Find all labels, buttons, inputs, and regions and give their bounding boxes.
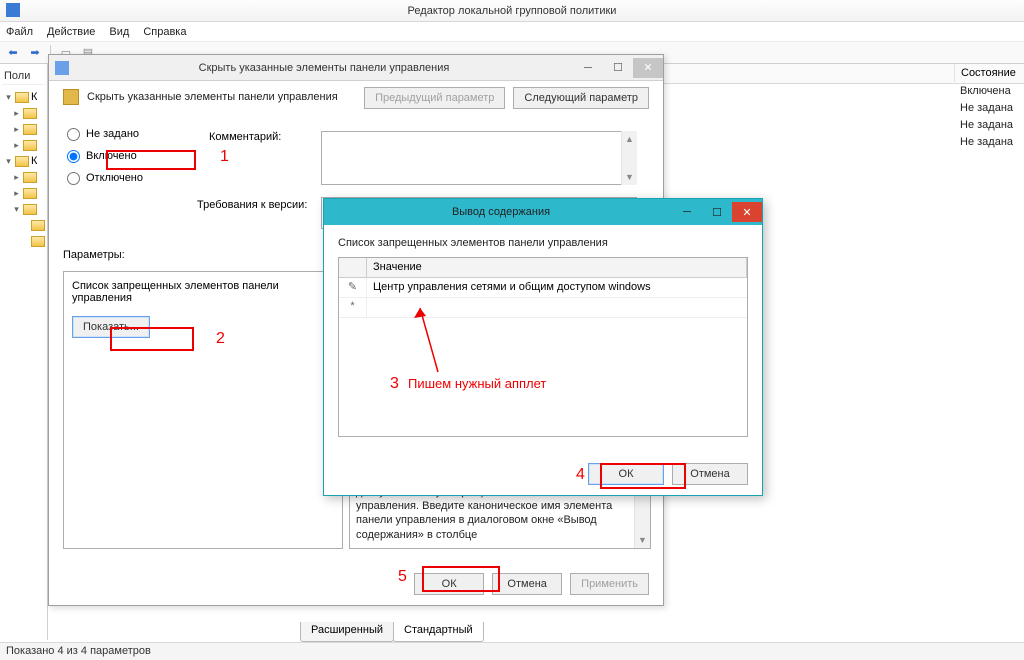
value-cell[interactable]: Центр управления сетями и общим доступом… xyxy=(367,278,747,297)
ok-button[interactable]: ОК xyxy=(414,573,484,595)
statusbar: Показано 4 из 4 параметров xyxy=(0,642,1024,660)
close-button[interactable]: ✕ xyxy=(633,58,663,78)
comment-textarea[interactable] xyxy=(321,131,637,185)
state-cell[interactable]: Не задана xyxy=(954,101,1024,118)
radio-label: Включено xyxy=(86,150,137,162)
tree-node[interactable]: ▾ xyxy=(12,201,45,217)
col-state-header[interactable]: Состояние xyxy=(954,64,1024,82)
tree-node[interactable]: ▾К xyxy=(4,89,45,105)
tree-node[interactable]: ▾К xyxy=(4,153,45,169)
state-cell[interactable]: Не задана xyxy=(954,135,1024,152)
grid-header: Значение xyxy=(339,258,747,278)
state-cell[interactable]: Не задана xyxy=(954,118,1024,135)
tab-standard[interactable]: Стандартный xyxy=(393,622,484,642)
radio-label: Отключено xyxy=(86,172,143,184)
tree-node[interactable] xyxy=(20,233,45,249)
params-label: Параметры: xyxy=(63,249,125,261)
show-title: Вывод содержания xyxy=(330,206,672,218)
next-setting-button[interactable]: Следующий параметр xyxy=(513,87,649,109)
app-icon xyxy=(6,3,20,17)
ok-button[interactable]: ОК xyxy=(588,463,664,485)
view-tabs: Расширенный Стандартный xyxy=(300,622,483,642)
comment-label: Комментарий: xyxy=(209,131,281,143)
cancel-button[interactable]: Отмена xyxy=(492,573,562,595)
tree-node[interactable]: ▸ xyxy=(12,185,45,201)
menubar: Файл Действие Вид Справка xyxy=(0,22,1024,42)
value-cell-empty[interactable] xyxy=(367,298,747,317)
tree-node[interactable]: ▸ xyxy=(12,137,45,153)
policy-heading: Скрыть указанные элементы панели управле… xyxy=(87,91,338,103)
radio-label: Не задано xyxy=(86,128,139,140)
menu-file[interactable]: Файл xyxy=(6,26,33,38)
row-indicator-icon: ✎ xyxy=(339,278,367,297)
back-button[interactable]: ⬅ xyxy=(4,44,22,62)
minimize-button[interactable]: ─ xyxy=(672,202,702,222)
main-titlebar: Редактор локальной групповой политики xyxy=(0,0,1024,22)
col-value-header[interactable]: Значение xyxy=(367,258,747,277)
grid-row[interactable]: ✎ Центр управления сетями и общим доступ… xyxy=(339,278,747,298)
maximize-button[interactable]: ☐ xyxy=(603,58,633,78)
list-rows: Включена Не задана Не задана Не задана xyxy=(954,84,1024,152)
close-button[interactable]: ✕ xyxy=(732,202,762,222)
tree-node[interactable]: ▸ xyxy=(12,105,45,121)
tree-node[interactable] xyxy=(20,217,45,233)
scrollbar[interactable]: ▲▼ xyxy=(621,131,637,185)
policy-titlebar: Скрыть указанные элементы панели управле… xyxy=(49,55,663,81)
show-contents-dialog: Вывод содержания ─ ☐ ✕ Список запрещенны… xyxy=(323,198,763,496)
show-titlebar: Вывод содержания ─ ☐ ✕ xyxy=(324,199,762,225)
params-box: Список запрещенных элементов панели упра… xyxy=(63,271,343,549)
tab-extended[interactable]: Расширенный xyxy=(300,622,394,642)
policy-icon xyxy=(63,89,79,105)
main-title: Редактор локальной групповой политики xyxy=(408,5,617,17)
tree-node[interactable]: ▸ xyxy=(12,169,45,185)
menu-action[interactable]: Действие xyxy=(47,26,95,38)
show-button[interactable]: Показать... xyxy=(72,316,150,338)
requirements-label: Требования к версии: xyxy=(197,199,307,211)
maximize-button[interactable]: ☐ xyxy=(702,202,732,222)
show-label: Список запрещенных элементов панели упра… xyxy=(338,237,748,249)
grid-row-new[interactable]: * xyxy=(339,298,747,318)
dialog-icon xyxy=(55,61,69,75)
forward-button[interactable]: ➡ xyxy=(26,44,44,62)
menu-view[interactable]: Вид xyxy=(109,26,129,38)
apply-button[interactable]: Применить xyxy=(570,573,649,595)
cancel-button[interactable]: Отмена xyxy=(672,463,748,485)
tree-pane[interactable]: Поли ▾К ▸ ▸ ▸ ▾К ▸ ▸ ▾ xyxy=(0,64,48,640)
params-box-title: Список запрещенных элементов панели упра… xyxy=(72,280,334,304)
value-grid[interactable]: Значение ✎ Центр управления сетями и общ… xyxy=(338,257,748,437)
tree-node[interactable]: ▸ xyxy=(12,121,45,137)
state-cell[interactable]: Включена xyxy=(954,84,1024,101)
new-row-icon: * xyxy=(339,298,367,317)
tree-header: Поли xyxy=(2,68,45,85)
prev-setting-button[interactable]: Предыдущий параметр xyxy=(364,87,505,109)
minimize-button[interactable]: ─ xyxy=(573,58,603,78)
policy-title: Скрыть указанные элементы панели управле… xyxy=(75,62,573,74)
menu-help[interactable]: Справка xyxy=(143,26,186,38)
